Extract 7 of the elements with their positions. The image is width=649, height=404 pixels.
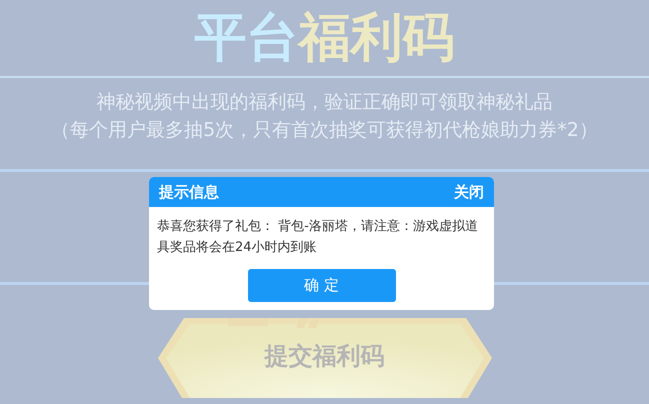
subtitle-line: 神秘视频中出现的福利码，验证正确即可领取神秘礼品: [96, 90, 552, 115]
subtitle-line: （每个用户最多抽5次，只有首次抽奖可获得初代枪娘助力券*2）: [51, 118, 598, 143]
dialog-message: 恭喜您获得了礼包： 背包-洛丽塔，请注意：游戏虚拟道具奖品将会在24小时内到账: [156, 218, 479, 257]
submit-code-button[interactable]: 提交福利码: [158, 318, 492, 398]
confirm-button[interactable]: 确 定: [248, 269, 396, 302]
close-link[interactable]: 关闭: [454, 180, 484, 204]
dialog-title: 提示信息: [159, 182, 219, 203]
